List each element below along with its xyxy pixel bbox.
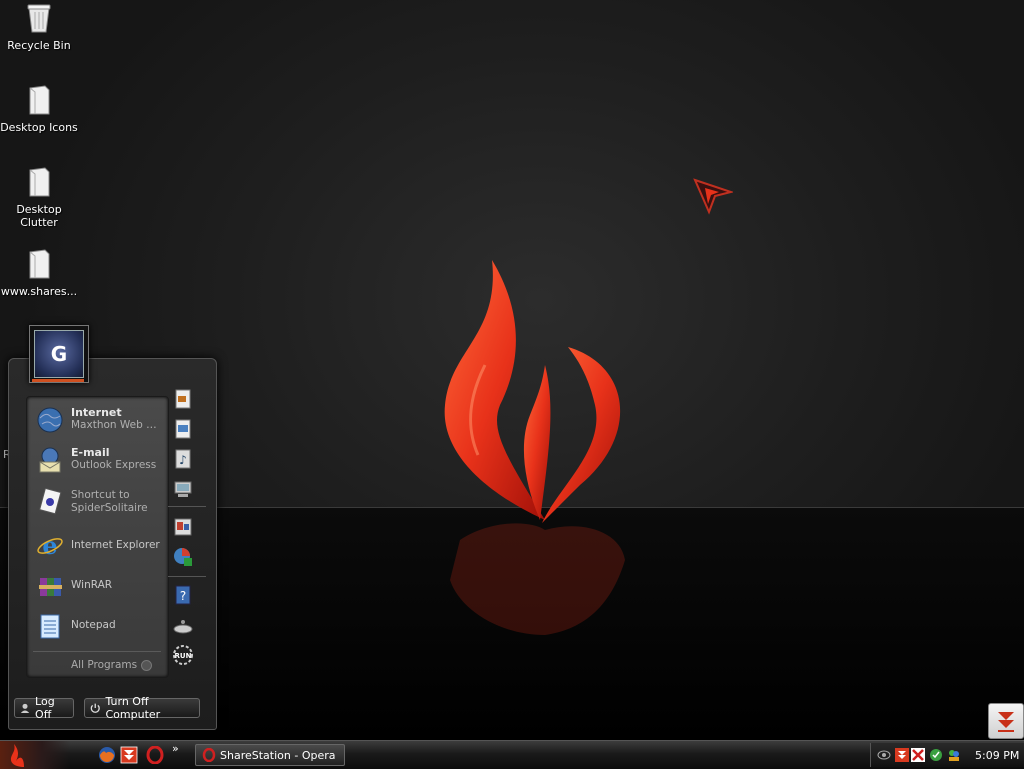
start-menu-program-list: Internet Maxthon Web B... E-mail Outlook… bbox=[26, 396, 169, 678]
places-separator bbox=[168, 576, 206, 577]
avatar-image: G bbox=[34, 330, 84, 378]
flame-reflection bbox=[450, 523, 625, 635]
power-icon bbox=[90, 703, 100, 713]
desktop-icon-label: Recycle Bin bbox=[7, 39, 71, 52]
recent-item-label: WinRAR bbox=[71, 579, 113, 591]
network-icon[interactable] bbox=[929, 748, 943, 762]
pinned-item-title: Internet bbox=[71, 406, 122, 419]
log-off-label: Log Off bbox=[35, 695, 55, 721]
turn-off-computer-button[interactable]: Turn Off Computer bbox=[84, 695, 200, 721]
pinned-item-title: E-mail bbox=[71, 446, 110, 459]
recent-item-internet-explorer[interactable]: e Internet Explorer bbox=[33, 529, 165, 565]
download-icon[interactable] bbox=[120, 746, 138, 764]
svg-text:e: e bbox=[42, 532, 57, 560]
flame-logo bbox=[444, 260, 621, 523]
desktop-icon-desktop-icons[interactable]: Desktop Icons bbox=[0, 84, 78, 134]
run-icon[interactable]: RUN bbox=[172, 644, 194, 666]
recent-item-spider-solitaire[interactable]: Shortcut to SpiderSolitaire bbox=[33, 485, 165, 525]
recent-item-label: Shortcut to SpiderSolitaire bbox=[71, 489, 148, 514]
antivirus-icon[interactable] bbox=[911, 748, 925, 762]
eye-icon[interactable] bbox=[877, 748, 891, 762]
flame-start-icon bbox=[10, 744, 24, 767]
system-tray: 5:09 PM bbox=[870, 743, 1024, 767]
search-icon[interactable] bbox=[172, 614, 194, 636]
folder-icon bbox=[29, 167, 50, 197]
arrow-right-icon bbox=[141, 660, 152, 671]
pinned-item-subtitle: Outlook Express bbox=[71, 459, 157, 471]
avatar-accent-bar bbox=[32, 379, 84, 382]
my-music-icon[interactable]: ♪ bbox=[172, 448, 194, 470]
quick-launch-overflow[interactable]: » bbox=[172, 742, 179, 755]
internet-explorer-icon: e bbox=[37, 532, 63, 560]
clock[interactable]: 5:09 PM bbox=[975, 749, 1019, 762]
taskbar: » ShareStation - Opera 5:09 PM bbox=[0, 740, 1024, 769]
pinned-item-email[interactable]: E-mail Outlook Express bbox=[33, 443, 165, 479]
double-arrow-down-icon bbox=[998, 712, 1014, 732]
my-pictures-icon[interactable] bbox=[172, 418, 194, 440]
mail-icon bbox=[39, 447, 61, 473]
desktop-icon-recycle-bin[interactable]: Recycle Bin bbox=[0, 2, 78, 52]
messenger-icon[interactable] bbox=[947, 748, 961, 762]
firefox-icon[interactable] bbox=[98, 746, 116, 764]
user-icon bbox=[20, 703, 30, 714]
user-avatar[interactable]: G bbox=[29, 325, 89, 383]
desktop-icon-label: Desktop Icons bbox=[0, 121, 78, 134]
start-menu-places: ♪ ? RUN bbox=[168, 382, 206, 682]
winrar-icon bbox=[39, 578, 62, 596]
svg-text:?: ? bbox=[180, 589, 186, 603]
folder-icon bbox=[29, 85, 50, 115]
svg-text:RUN: RUN bbox=[175, 652, 192, 660]
opera-icon bbox=[202, 748, 216, 762]
spider-solitaire-icon bbox=[39, 488, 62, 515]
help-icon[interactable]: ? bbox=[172, 584, 194, 606]
places-separator bbox=[168, 506, 206, 507]
mouse-cursor-icon bbox=[693, 178, 733, 215]
globe-icon bbox=[37, 407, 63, 433]
taskbar-button-label: ShareStation - Opera bbox=[220, 748, 336, 762]
recent-item-notepad[interactable]: Notepad bbox=[33, 609, 165, 645]
pinned-item-subtitle: Maxthon Web B... bbox=[71, 419, 163, 431]
recycle-bin-icon bbox=[27, 4, 51, 33]
recent-item-winrar[interactable]: WinRAR bbox=[33, 569, 165, 605]
all-programs-label: All Programs bbox=[71, 659, 138, 671]
set-program-access-icon[interactable] bbox=[172, 546, 194, 568]
my-documents-icon[interactable] bbox=[172, 388, 194, 410]
pinned-item-internet[interactable]: Internet Maxthon Web B... bbox=[33, 403, 165, 439]
desktop-icon-label: www.shares... bbox=[0, 285, 78, 298]
notepad-icon bbox=[40, 614, 60, 639]
download-widget[interactable] bbox=[988, 703, 1024, 739]
all-programs-button[interactable]: All Programs bbox=[71, 659, 163, 671]
log-off-button[interactable]: Log Off bbox=[14, 695, 74, 721]
desktop-icon-desktop-clutter[interactable]: Desktop Clutter bbox=[0, 166, 78, 229]
control-panel-icon[interactable] bbox=[172, 516, 194, 538]
desktop-icon-label: Desktop Clutter bbox=[16, 203, 62, 229]
recent-item-label: Notepad bbox=[71, 619, 116, 631]
recent-item-label: Internet Explorer bbox=[71, 539, 160, 551]
start-button[interactable] bbox=[0, 741, 70, 769]
download-icon[interactable] bbox=[895, 748, 909, 762]
menu-separator bbox=[33, 651, 161, 652]
desktop-icon-sharestation[interactable]: www.shares... bbox=[0, 248, 78, 298]
opera-icon[interactable] bbox=[146, 746, 164, 764]
turn-off-label: Turn Off Computer bbox=[105, 695, 161, 721]
svg-text:♪: ♪ bbox=[179, 453, 187, 467]
my-computer-icon[interactable] bbox=[172, 478, 194, 500]
folder-icon bbox=[29, 249, 50, 279]
taskbar-button-opera[interactable]: ShareStation - Opera bbox=[195, 744, 345, 766]
